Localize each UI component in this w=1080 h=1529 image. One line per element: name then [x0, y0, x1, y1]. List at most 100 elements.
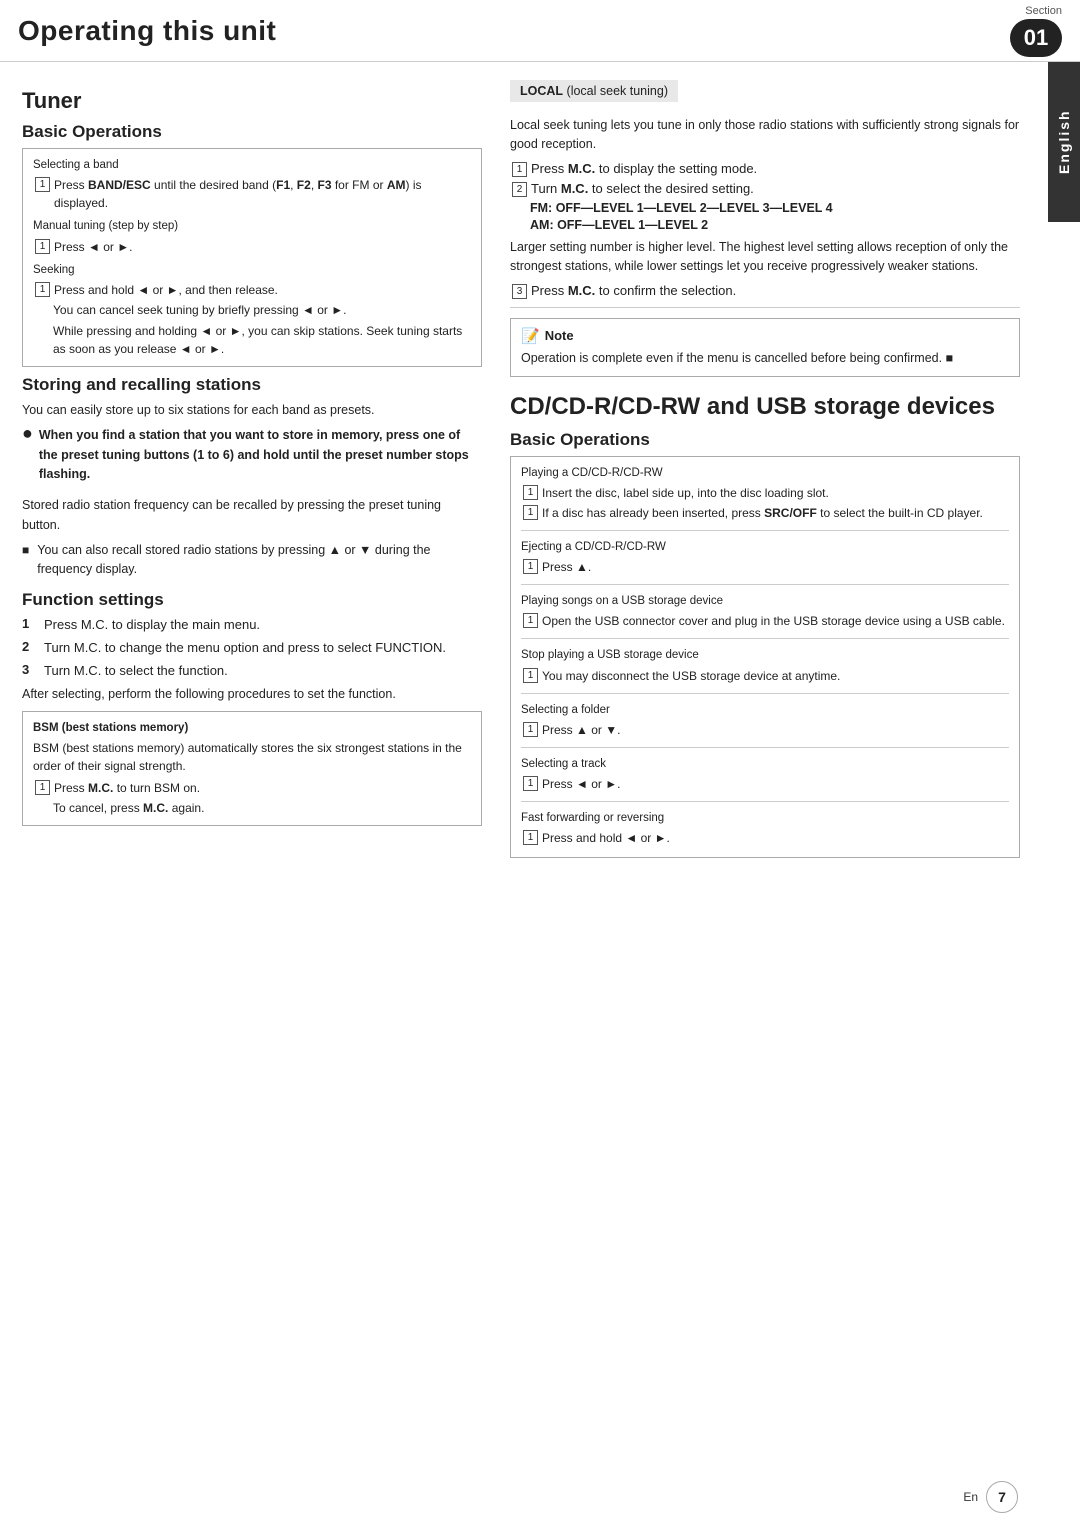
fn-step-3-text: Turn M.C. to select the function. [44, 662, 228, 680]
section-badge: Section 01 [1010, 5, 1062, 57]
local-step-num-3: 3 [512, 284, 527, 299]
cd-divider-1 [521, 530, 1009, 531]
seeking-note2: While pressing and holding ◄ or ►, you c… [53, 322, 471, 358]
seeking-step1-text: Press and hold ◄ or ►, and then release. [54, 281, 471, 299]
ejecting-label: Ejecting a CD/CD-R/CD-RW [521, 539, 1009, 556]
basic-operations-heading: Basic Operations [22, 122, 482, 142]
storing-heading: Storing and recalling stations [22, 375, 482, 395]
main-content: Tuner Basic Operations Selecting a band … [0, 62, 1080, 884]
bsm-box: BSM (best stations memory) BSM (best sta… [22, 711, 482, 826]
playing-cd-step1-text: Insert the disc, label side up, into the… [542, 484, 1009, 502]
selecting-band-step1-text: Press BAND/ESC until the desired band (F… [54, 176, 471, 212]
manual-tuning-label: Manual tuning (step by step) [33, 218, 471, 235]
function-settings-heading: Function settings [22, 590, 482, 610]
cd-step-num-1b: 1 [523, 505, 538, 520]
section-label: Section [1025, 5, 1062, 17]
fn-step-2-text: Turn M.C. to change the menu option and … [44, 639, 446, 657]
playing-cd-label: Playing a CD/CD-R/CD-RW [521, 465, 1009, 482]
playing-cd-step1-row: 1 Insert the disc, label side up, into t… [523, 484, 1009, 502]
bullet-dot-1: ● [22, 424, 33, 442]
bsm-step-num: 1 [35, 780, 50, 795]
local-label-wrapper: LOCAL (local seek tuning) [510, 80, 1020, 109]
bsm-cancel-text: To cancel, press M.C. again. [53, 799, 471, 817]
storing-bullet1: ● When you find a station that you want … [22, 426, 482, 490]
storing-bullet1-text: When you find a station that you want to… [39, 426, 482, 484]
cd-step-num-7: 1 [523, 830, 538, 845]
cd-divider-6 [521, 801, 1009, 802]
playing-usb-label: Playing songs on a USB storage device [521, 593, 1009, 610]
fn-step-num-2: 2 [22, 639, 36, 657]
note-title: 📝 Note [521, 327, 1009, 345]
step-num-2: 1 [35, 239, 50, 254]
cd-divider-5 [521, 747, 1009, 748]
cd-divider-4 [521, 693, 1009, 694]
seeking-step1-row: 1 Press and hold ◄ or ►, and then releas… [35, 281, 471, 299]
fm-level: FM: OFF—LEVEL 1—LEVEL 2—LEVEL 3—LEVEL 4 [530, 201, 1020, 215]
cd-section-title: CD/CD-R/CD-RW and USB storage devices [510, 393, 1020, 422]
selecting-folder-label: Selecting a folder [521, 702, 1009, 719]
divider-1 [510, 307, 1020, 308]
playing-cd-step1b-row: 1 If a disc has already been inserted, p… [523, 504, 1009, 522]
bsm-label: BSM (best stations memory) [33, 720, 471, 737]
bsm-para: BSM (best stations memory) automatically… [33, 739, 471, 775]
fn-step-num-1: 1 [22, 616, 36, 634]
cd-step-num-3: 1 [523, 613, 538, 628]
cd-step-num-4: 1 [523, 668, 538, 683]
fn-step-num-3: 3 [22, 662, 36, 680]
fn-para-after: After selecting, perform the following p… [22, 685, 482, 704]
note-text: Operation is complete even if the menu i… [521, 349, 1009, 368]
local-normal: (local seek tuning) [563, 84, 668, 98]
fn-step-1: 1 Press M.C. to display the main menu. [22, 616, 482, 634]
playing-usb-step1-text: Open the USB connector cover and plug in… [542, 612, 1009, 630]
selecting-band-step1-row: 1 Press BAND/ESC until the desired band … [35, 176, 471, 212]
page-title: Operating this unit [18, 15, 276, 47]
selecting-track-label: Selecting a track [521, 756, 1009, 773]
footer-en-label: En [963, 1490, 978, 1504]
storing-para2: Stored radio station frequency can be re… [22, 496, 482, 535]
selecting-band-label: Selecting a band [33, 157, 471, 174]
cd-basic-operations-box: Playing a CD/CD-R/CD-RW 1 Insert the dis… [510, 456, 1020, 859]
manual-tuning-step1-text: Press ◄ or ►. [54, 238, 471, 256]
seeking-label: Seeking [33, 262, 471, 279]
cd-step-num-1: 1 [523, 485, 538, 500]
bsm-step1-text: Press M.C. to turn BSM on. [54, 779, 471, 797]
cd-basic-operations-heading: Basic Operations [510, 430, 1020, 450]
left-column: Tuner Basic Operations Selecting a band … [22, 80, 482, 866]
local-label: LOCAL (local seek tuning) [510, 80, 678, 102]
local-para: Local seek tuning lets you tune in only … [510, 116, 1020, 155]
local-step3-row: 3 Press M.C. to confirm the selection. [512, 283, 1020, 299]
playing-usb-step1-row: 1 Open the USB connector cover and plug … [523, 612, 1009, 630]
storing-para1: You can easily store up to six stations … [22, 401, 482, 420]
ejecting-step1-row: 1 Press ▲. [523, 558, 1009, 576]
manual-tuning-step1-row: 1 Press ◄ or ►. [35, 238, 471, 256]
local-step-num-1: 1 [512, 162, 527, 177]
fn-step-2: 2 Turn M.C. to change the menu option an… [22, 639, 482, 657]
ejecting-step1-text: Press ▲. [542, 558, 1009, 576]
selecting-folder-step1-row: 1 Press ▲ or ▼. [523, 721, 1009, 739]
right-column: LOCAL (local seek tuning) Local seek tun… [510, 80, 1058, 866]
note-box: 📝 Note Operation is complete even if the… [510, 318, 1020, 377]
square-bullet-1: ■ [22, 541, 29, 560]
local-step1-text: Press M.C. to display the setting mode. [531, 161, 1020, 176]
storing-bullet2: ■ You can also recall stored radio stati… [22, 541, 482, 580]
fast-forward-step1-row: 1 Press and hold ◄ or ►. [523, 829, 1009, 847]
tuner-title: Tuner [22, 88, 482, 114]
fn-step-3: 3 Turn M.C. to select the function. [22, 662, 482, 680]
am-level: AM: OFF—LEVEL 1—LEVEL 2 [530, 218, 1020, 232]
local-step2-text: Turn M.C. to select the desired setting. [531, 181, 1020, 196]
stop-usb-step1-row: 1 You may disconnect the USB storage dev… [523, 667, 1009, 685]
storing-bullet2-text: You can also recall stored radio station… [37, 541, 482, 580]
local-bold: LOCAL [520, 84, 563, 98]
cd-step-num-6: 1 [523, 776, 538, 791]
cd-step-num-2: 1 [523, 559, 538, 574]
selecting-folder-step1-text: Press ▲ or ▼. [542, 721, 1009, 739]
step-num-1: 1 [35, 177, 50, 192]
selecting-track-step1-row: 1 Press ◄ or ►. [523, 775, 1009, 793]
note-title-text: Note [545, 328, 574, 343]
footer-page-number: 7 [986, 1481, 1018, 1513]
footer: En 7 [0, 1481, 1056, 1513]
cd-step-num-5: 1 [523, 722, 538, 737]
step-num-3: 1 [35, 282, 50, 297]
local-step2-row: 2 Turn M.C. to select the desired settin… [512, 181, 1020, 197]
basic-operations-box: Selecting a band 1 Press BAND/ESC until … [22, 148, 482, 367]
